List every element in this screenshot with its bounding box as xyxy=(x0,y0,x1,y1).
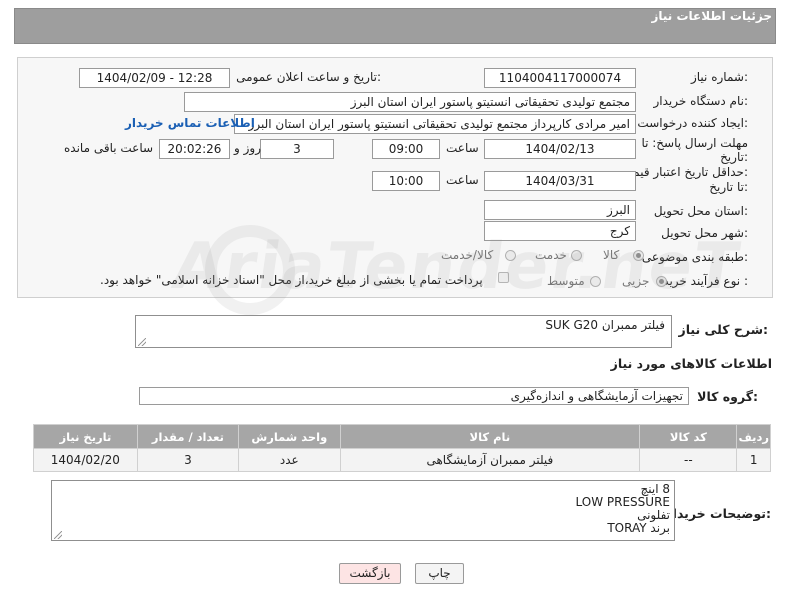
cell-unit: عدد xyxy=(238,448,341,472)
resize-grip-icon[interactable] xyxy=(54,531,62,539)
requester-label: ایجاد کننده درخواست: xyxy=(637,116,748,130)
cell-row: 1 xyxy=(736,448,771,472)
reply-days-field: 3 xyxy=(260,139,334,159)
announce-field: 1404/02/09 - 12:28 xyxy=(79,68,230,88)
category-radio-goods-service[interactable] xyxy=(505,250,516,261)
items-table: ردیف کد کالا نام کالا واحد شمارش تعداد /… xyxy=(33,424,771,472)
process-option-minor: جزیی xyxy=(622,274,650,288)
requester-field: امیر مرادی کارپرداز مجتمع تولیدی تحقیقات… xyxy=(234,114,636,134)
price-validity-label-1: حداقل تاریخ اعتبار قیمت: xyxy=(621,165,748,179)
remaining-time-field: 20:02:26 xyxy=(159,139,230,159)
buyer-notes-label: توضیحات خریدار: xyxy=(665,506,771,521)
cell-date: 1404/02/20 xyxy=(33,448,138,472)
price-validity-time-field: 10:00 xyxy=(372,171,440,191)
buyer-org-label: نام دستگاه خریدار: xyxy=(653,94,749,108)
goods-group-label: گروه کالا: xyxy=(697,389,758,404)
goods-group-field: تجهیزات آزمایشگاهی و اندازه‌گیری xyxy=(139,387,689,405)
process-option-medium: متوسط xyxy=(547,274,585,288)
category-radio-service[interactable] xyxy=(571,250,582,261)
cell-code: -- xyxy=(639,448,738,472)
col-header-name: نام کالا xyxy=(339,424,641,449)
announce-label: تاریخ و ساعت اعلان عمومی: xyxy=(236,70,381,84)
treasury-payment-checkbox[interactable] xyxy=(498,272,509,283)
reply-time-label: ساعت xyxy=(446,141,479,155)
resize-grip-icon[interactable] xyxy=(138,338,146,346)
province-label: استان محل تحویل: xyxy=(653,204,748,218)
need-number-field: 1104004117000074 xyxy=(484,68,636,88)
buyer-notes-textarea[interactable]: 8 اینچ LOW PRESSURE تفلونی برند TORAY xyxy=(51,480,675,541)
category-option-service: خدمت xyxy=(535,248,567,262)
col-header-qty: تعداد / مقدار xyxy=(136,424,240,449)
city-field: کرج xyxy=(484,221,636,241)
cell-qty: 3 xyxy=(136,448,240,472)
reply-deadline-label-2: تاریخ: xyxy=(720,150,748,164)
remaining-time-label: ساعت باقی مانده xyxy=(64,141,154,155)
reply-deadline-label-1: مهلت ارسال پاسخ: تا xyxy=(641,136,748,150)
reply-time-field: 09:00 xyxy=(372,139,440,159)
price-validity-time-label: ساعت xyxy=(446,173,479,187)
reply-days-label: روز و xyxy=(234,141,261,155)
goods-section-title: اطلاعات کالاهای مورد نیاز xyxy=(610,356,772,371)
col-header-date: تاریخ نیاز xyxy=(33,424,138,449)
table-row: 1 -- فیلتر ممبران آزمایشگاهی عدد 3 1404/… xyxy=(33,448,771,472)
reply-date-field: 1404/02/13 xyxy=(484,139,636,159)
print-button[interactable]: چاپ xyxy=(415,563,464,584)
page-title: جزئیات اطلاعات نیاز xyxy=(651,9,772,23)
col-header-unit: واحد شمارش xyxy=(238,424,341,449)
need-number-label: شماره نیاز: xyxy=(690,70,748,84)
category-label: طبقه بندی موضوعی: xyxy=(641,250,748,264)
col-header-row: ردیف xyxy=(736,424,771,449)
category-radio-goods[interactable] xyxy=(633,250,644,261)
buyer-org-field: مجتمع تولیدی تحقیقاتی انستیتو پاستور ایر… xyxy=(184,92,636,112)
table-header-row: ردیف کد کالا نام کالا واحد شمارش تعداد /… xyxy=(33,424,771,449)
process-type-label: نوع فرآیند خرید : xyxy=(663,274,748,288)
summary-textarea[interactable]: فیلتر ممبران SUK G20 xyxy=(135,315,672,348)
category-option-goods-service: کالا/خدمت xyxy=(441,248,494,262)
buyer-notes-line: برند TORAY xyxy=(607,521,670,535)
buyer-notes-line: تفلونی xyxy=(637,508,670,522)
buyer-contact-link[interactable]: اطلاعات تماس خریدار xyxy=(125,116,255,130)
province-field: البرز xyxy=(484,200,636,220)
process-radio-minor[interactable] xyxy=(656,276,667,287)
treasury-payment-note: پرداخت تمام یا بخشی از مبلغ خرید،از محل … xyxy=(100,273,483,287)
price-validity-date-field: 1404/03/31 xyxy=(484,171,636,191)
back-button[interactable]: بازگشت xyxy=(339,563,401,584)
summary-label: شرح کلی نیاز: xyxy=(678,322,769,337)
summary-text: فیلتر ممبران SUK G20 xyxy=(545,318,665,332)
col-header-code: کد کالا xyxy=(639,424,738,449)
category-option-goods: کالا xyxy=(603,248,620,262)
buyer-notes-line: LOW PRESSURE xyxy=(575,495,670,509)
city-label: شهر محل تحویل: xyxy=(661,226,748,240)
cell-name: فیلتر ممبران آزمایشگاهی xyxy=(339,448,641,472)
price-validity-label-2: تا تاریخ: xyxy=(709,180,748,194)
process-radio-medium[interactable] xyxy=(590,276,601,287)
